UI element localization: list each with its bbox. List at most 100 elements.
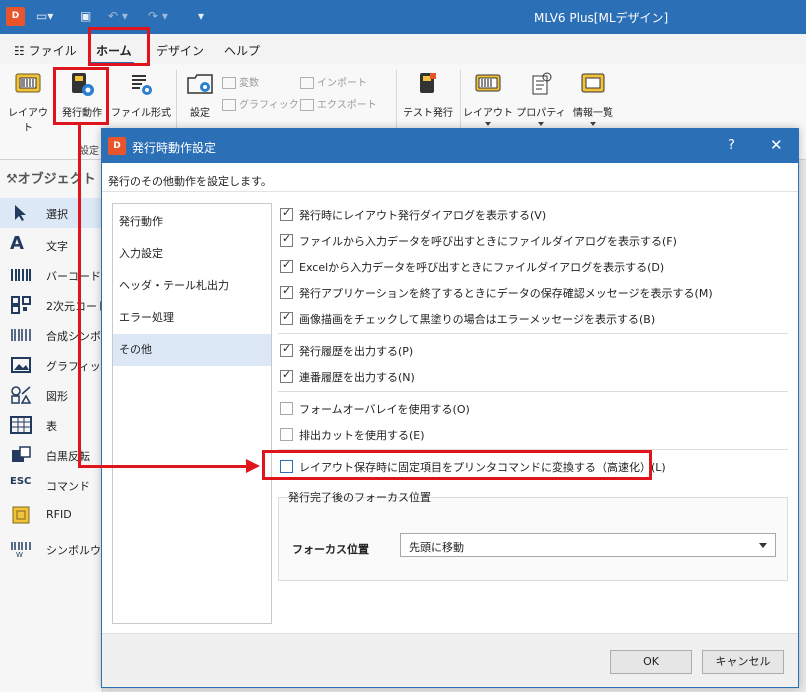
layout-pane-icon xyxy=(475,74,501,92)
nav-item-input-settings[interactable]: 入力設定 xyxy=(113,238,271,270)
checkbox[interactable] xyxy=(280,206,293,221)
checkbox[interactable] xyxy=(280,402,293,415)
tab-design[interactable]: デザイン xyxy=(156,42,204,59)
chevron-down-icon xyxy=(759,543,767,548)
select-value: 先頭に移動 xyxy=(409,541,464,554)
object-item-symbol-wizard[interactable]: W シンボルウィ xyxy=(0,534,112,564)
test-issue-button[interactable]: テスト発行 xyxy=(400,70,456,119)
dialog-footer: OK キャンセル xyxy=(102,633,798,687)
object-item-barcode[interactable]: バーコード xyxy=(0,260,103,290)
file-format-button[interactable]: ファイル形式 xyxy=(110,70,172,119)
object-item-text[interactable]: A 文字 xyxy=(0,230,103,260)
group-title: 発行完了後のフォーカス位置 xyxy=(288,491,431,504)
dialog-title-bar: D 発行時動作設定 ? ✕ xyxy=(102,129,798,163)
settings-panel: 発行時にレイアウト発行ダイアログを表示する(V) ファイルから入力データを呼び出… xyxy=(276,199,796,619)
checkbox[interactable] xyxy=(280,284,293,299)
object-item-table[interactable]: 表 xyxy=(0,410,103,440)
table-icon xyxy=(10,416,32,434)
dialog-description: 発行のその他動作を設定します。 xyxy=(108,175,272,188)
checkbox[interactable] xyxy=(280,342,293,357)
checkbox[interactable] xyxy=(280,258,293,273)
focus-position-group: 発行完了後のフォーカス位置 フォーカス位置 先頭に移動 xyxy=(278,489,788,581)
ribbon-separator xyxy=(396,70,397,134)
layout-button[interactable]: レイアウト xyxy=(4,70,52,134)
close-icon[interactable]: ✕ xyxy=(770,136,783,154)
object-panel: ⚒オブジェクト 選択 A 文字 バーコード 2次元コード 合成シンボル グラフィ… xyxy=(0,160,112,692)
properties-icon xyxy=(532,72,552,95)
cursor-arrow-icon xyxy=(15,205,26,221)
redo-icon[interactable]: ↷ ▾ xyxy=(148,9,168,23)
variable-button[interactable]: 変数 xyxy=(222,74,259,89)
issue-behavior-dialog: D 発行時動作設定 ? ✕ 発行のその他動作を設定します。 発行動作 入力設定 … xyxy=(101,128,799,688)
tab-help[interactable]: ヘルプ xyxy=(224,42,260,59)
nav-item-error-handling[interactable]: エラー処理 xyxy=(113,302,271,334)
info-list-label: 情報一覧 xyxy=(573,108,613,119)
barcode-icon xyxy=(11,269,31,281)
nav-item-other[interactable]: その他 xyxy=(113,334,271,366)
object-item-rfid[interactable]: RFID xyxy=(0,500,103,530)
cancel-button[interactable]: キャンセル xyxy=(702,650,784,674)
object-item-composite-symbol[interactable]: 合成シンボル xyxy=(0,320,112,350)
variable-icon xyxy=(222,77,236,89)
dialog-logo-icon: D xyxy=(108,137,126,155)
chevron-down-icon[interactable] xyxy=(485,122,491,126)
save-icon[interactable]: ▣ xyxy=(80,9,91,23)
nav-item-header-tail[interactable]: ヘッダ・テール札出力 xyxy=(113,270,271,302)
nav-item-issue-action[interactable]: 発行動作 xyxy=(113,206,271,238)
svg-text:W: W xyxy=(16,551,23,558)
file-format-label: ファイル形式 xyxy=(111,108,171,119)
object-panel-title: ⚒オブジェクト xyxy=(6,172,96,187)
properties-label: プロパティ xyxy=(516,108,566,119)
esc-command-icon: ESC xyxy=(10,476,32,487)
highlight-convert-option xyxy=(262,450,652,480)
ribbon-separator xyxy=(176,70,177,134)
text-a-icon: A xyxy=(10,233,24,254)
annotation-arrow-line xyxy=(78,125,81,468)
customize-icon[interactable]: ▾ xyxy=(198,9,204,23)
rfid-icon xyxy=(12,506,30,524)
object-item-select[interactable]: 選択 xyxy=(0,198,103,228)
dialog-title: 発行時動作設定 xyxy=(132,141,217,155)
object-item-2d-code[interactable]: 2次元コード xyxy=(0,290,108,320)
graphic-button[interactable]: グラフィック xyxy=(222,96,299,111)
highlight-issue-action-button xyxy=(53,67,109,125)
annotation-arrow-line xyxy=(78,465,248,468)
object-item-command[interactable]: ESC コマンド xyxy=(0,470,103,500)
tab-file[interactable]: ☷ ファイル xyxy=(14,42,77,59)
chevron-down-icon[interactable] xyxy=(590,122,596,126)
export-icon xyxy=(300,99,314,111)
ok-button[interactable]: OK xyxy=(610,650,692,674)
info-list-button[interactable]: 情報一覧 xyxy=(566,70,620,119)
invert-icon xyxy=(12,446,31,462)
object-item-shapes[interactable]: 図形 xyxy=(0,380,103,410)
settings-button[interactable]: 設定 xyxy=(182,70,218,119)
qr-code-icon xyxy=(11,296,31,314)
test-issue-label: テスト発行 xyxy=(403,108,453,119)
export-button[interactable]: エクスポート xyxy=(300,96,377,111)
chevron-down-icon[interactable] xyxy=(538,122,544,126)
settings-category-list: 発行動作 入力設定 ヘッダ・テール札出力 エラー処理 その他 xyxy=(112,203,272,624)
layout-pane-button[interactable]: レイアウト xyxy=(462,70,514,119)
help-button[interactable]: ? xyxy=(728,138,735,153)
layout-button-label: レイアウト xyxy=(8,108,48,134)
file-format-icon xyxy=(132,75,152,95)
import-button[interactable]: インポート xyxy=(300,74,367,89)
graphic-icon xyxy=(222,99,236,111)
checkbox[interactable] xyxy=(280,368,293,383)
object-item-graphic[interactable]: グラフィック xyxy=(0,350,112,380)
checkbox[interactable] xyxy=(280,310,293,325)
highlight-home-tab xyxy=(88,27,150,66)
app-logo-icon: D xyxy=(6,7,25,26)
open-folder-icon[interactable]: ▭▾ xyxy=(36,9,53,23)
ribbon-separator xyxy=(460,70,461,134)
shapes-icon xyxy=(11,386,32,404)
symbol-wizard-icon: W xyxy=(11,542,31,558)
app-title: MLV6 Plus[MLデザイン] xyxy=(534,11,669,25)
settings-folder-icon xyxy=(187,74,213,94)
properties-button[interactable]: プロパティ xyxy=(516,70,566,119)
focus-position-select[interactable]: 先頭に移動 xyxy=(400,533,776,557)
checkbox[interactable] xyxy=(280,428,293,441)
layout-pane-label: レイアウト xyxy=(463,108,513,119)
undo-icon[interactable]: ↶ ▾ xyxy=(108,9,128,23)
checkbox[interactable] xyxy=(280,232,293,247)
